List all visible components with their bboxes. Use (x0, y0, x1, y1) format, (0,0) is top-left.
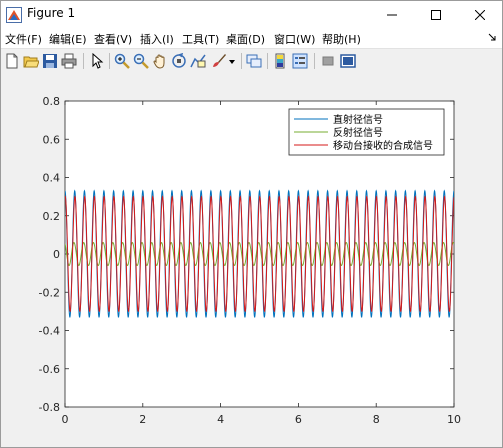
menu-insert[interactable]: 插入(I) (140, 31, 174, 47)
legend[interactable]: 直射径信号 反射径信号 移动台接收的合成信号 (288, 108, 445, 156)
x-tick-label: 8 (373, 413, 380, 426)
menu-window[interactable]: 窗口(W) (274, 31, 315, 47)
chart-svg: 0 2 4 6 8 10 -0.8 -0.6 -0.4 -0.2 0 0.2 0.4 0.6 0.8 直射径… (39, 95, 461, 426)
pan-icon[interactable] (152, 53, 168, 69)
zoom-in-icon[interactable] (114, 53, 130, 69)
menu-edit[interactable]: 编辑(E) (49, 31, 87, 47)
y-tick-label: 0.2 (43, 210, 61, 223)
legend-label-composite: 移动台接收的合成信号 (333, 139, 433, 152)
x-tick-label: 10 (447, 413, 461, 426)
menu-desktop[interactable]: 桌面(D) (226, 31, 265, 47)
open-file-icon[interactable] (23, 53, 39, 69)
minimize-icon (387, 14, 397, 16)
title-bar: Figure 1 (1, 1, 502, 29)
colorbar-icon[interactable] (273, 53, 289, 69)
pointer-icon[interactable] (89, 53, 105, 69)
y-tick-label: -0.4 (39, 325, 60, 338)
legend-label-reflected: 反射径信号 (333, 126, 383, 139)
link-plot-icon[interactable] (246, 53, 262, 69)
x-tick-label: 6 (295, 413, 302, 426)
dock-arrow-icon[interactable] (488, 33, 496, 41)
toolbar-separator (83, 53, 84, 69)
toolbar-separator (109, 53, 110, 69)
figure-window: Figure 1 文件(F) 编辑(E) 查看(V) 插入(I) 工具(T) 桌… (0, 0, 503, 448)
data-cursor-icon[interactable] (190, 53, 206, 69)
menu-bar: 文件(F) 编辑(E) 查看(V) 插入(I) 工具(T) 桌面(D) 窗口(W… (1, 29, 502, 48)
close-button[interactable] (458, 1, 502, 29)
x-tick-label: 2 (139, 413, 146, 426)
y-tick-label: 0 (53, 248, 60, 261)
brush-icon[interactable] (211, 53, 227, 69)
menu-tools[interactable]: 工具(T) (182, 31, 219, 47)
close-icon (475, 10, 485, 20)
y-tick-label: -0.2 (39, 286, 60, 299)
menu-view[interactable]: 查看(V) (94, 31, 132, 47)
maximize-icon (431, 10, 441, 20)
toolbar-separator (314, 53, 315, 69)
new-figure-icon[interactable] (4, 53, 20, 69)
show-plot-tools-icon[interactable] (340, 53, 356, 69)
toolbar-separator (267, 53, 268, 69)
minimize-button[interactable] (370, 1, 414, 29)
rotate-3d-icon[interactable] (171, 53, 187, 69)
y-tick-label: 0.4 (43, 172, 61, 185)
figure-canvas: 0 2 4 6 8 10 -0.8 -0.6 -0.4 -0.2 0 0.2 0.4 0.6 0.8 直射径… (1, 73, 502, 447)
legend-label-direct: 直射径信号 (333, 113, 383, 126)
menu-file[interactable]: 文件(F) (5, 31, 42, 47)
hide-plot-tools-icon[interactable] (320, 53, 336, 69)
x-tick-label: 4 (217, 413, 224, 426)
y-tick-label: 0.8 (43, 95, 61, 108)
window-title: Figure 1 (27, 6, 76, 20)
save-icon[interactable] (42, 53, 58, 69)
toolbar-separator (241, 53, 242, 69)
menu-help[interactable]: 帮助(H) (322, 31, 361, 47)
legend-icon[interactable] (292, 53, 308, 69)
print-icon[interactable] (61, 53, 77, 69)
y-tick-label: -0.6 (39, 363, 60, 376)
matlab-figure-icon (6, 7, 22, 23)
x-tick-label: 0 (62, 413, 69, 426)
zoom-out-icon[interactable] (133, 53, 149, 69)
figure-toolbar (1, 48, 502, 74)
y-tick-label: -0.8 (39, 401, 60, 414)
dropdown-arrow-icon[interactable] (229, 59, 235, 65)
maximize-button[interactable] (414, 1, 458, 29)
y-tick-label: 0.6 (43, 133, 61, 146)
